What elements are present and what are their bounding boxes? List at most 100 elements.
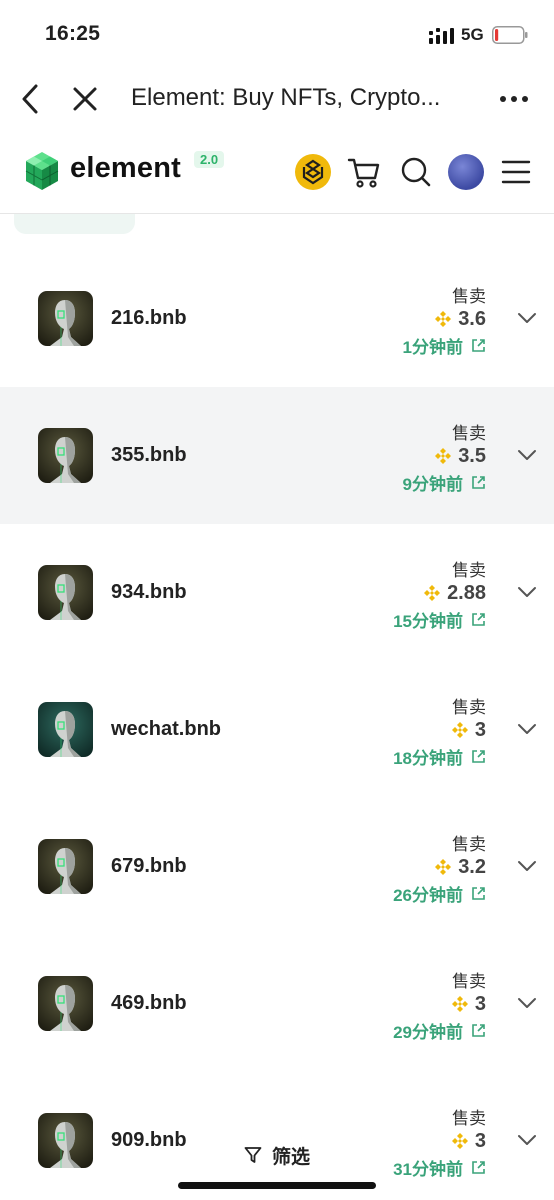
transaction-time-link[interactable]: 9分钟前 [402, 471, 486, 494]
nft-name[interactable]: wechat.bnb [111, 718, 221, 741]
bnb-coin-icon [435, 311, 452, 327]
filter-icon [244, 1147, 262, 1163]
transaction-time-link[interactable]: 1分钟前 [402, 334, 486, 357]
nft-thumbnail[interactable] [38, 291, 93, 346]
nft-thumbnail[interactable] [38, 428, 93, 483]
external-link-icon [472, 749, 485, 763]
event-type: 售卖 [452, 424, 486, 443]
nft-name[interactable]: 216.bnb [111, 307, 187, 330]
nft-name[interactable]: 679.bnb [111, 855, 187, 878]
page-title: Element: Buy NFTs, Crypto... [131, 84, 441, 111]
status-bar: 16:25 5G [0, 0, 554, 62]
price: 3 [451, 992, 486, 1016]
nft-name[interactable]: 469.bnb [111, 992, 187, 1015]
time-ago: 26分钟前 [393, 885, 463, 905]
nft-thumbnail[interactable] [38, 565, 93, 620]
external-link-icon [472, 338, 485, 352]
activity-row[interactable]: 469.bnb 售卖 3 29分钟前 [0, 935, 554, 1072]
activity-row[interactable]: 679.bnb 售卖 3.2 26分钟前 [0, 798, 554, 935]
time-ago: 29分钟前 [393, 1022, 463, 1042]
event-type: 售卖 [452, 835, 486, 854]
chevron-down-icon[interactable] [517, 1133, 537, 1147]
partial-tab-chip[interactable] [14, 214, 135, 234]
transaction-time-link[interactable]: 31分钟前 [393, 1156, 486, 1179]
price-value: 3.5 [458, 444, 486, 467]
activity-row[interactable]: 355.bnb 售卖 3.5 9分钟前 [0, 387, 554, 524]
cart-icon[interactable] [346, 154, 382, 190]
chevron-down-icon[interactable] [517, 859, 537, 873]
chevron-down-icon[interactable] [517, 311, 537, 325]
activity-row[interactable]: 216.bnb 售卖 3.6 1分钟前 [0, 250, 554, 387]
nft-thumbnail[interactable] [38, 1113, 93, 1168]
filter-button[interactable]: 筛选 [244, 1142, 310, 1168]
external-link-icon [472, 1023, 485, 1037]
bnb-coin-icon [451, 1133, 468, 1149]
activity-row[interactable]: 909.bnb 售卖 3 31分钟前 [0, 1072, 554, 1200]
activity-row[interactable]: 934.bnb 售卖 2.88 15分钟前 [0, 524, 554, 661]
bnb-chain-button[interactable] [295, 154, 331, 190]
bnb-coin-icon [435, 448, 452, 464]
home-indicator [178, 1182, 376, 1189]
time-ago: 15分钟前 [393, 611, 463, 631]
external-link-icon [472, 886, 485, 900]
browser-nav-bar: Element: Buy NFTs, Crypto... [0, 62, 554, 134]
transaction-time-link[interactable]: 18分钟前 [393, 745, 486, 768]
more-options-icon[interactable] [496, 84, 532, 114]
event-type: 售卖 [452, 561, 486, 580]
site-header: element 2.0 [0, 134, 554, 214]
chevron-down-icon[interactable] [517, 996, 537, 1010]
back-icon[interactable] [16, 82, 46, 116]
price-value: 3.2 [458, 855, 486, 878]
search-icon[interactable] [398, 154, 434, 190]
chevron-down-icon[interactable] [517, 585, 537, 599]
nft-name[interactable]: 934.bnb [111, 581, 187, 604]
transaction-time-link[interactable]: 26分钟前 [393, 882, 486, 905]
time-ago: 31分钟前 [393, 1159, 463, 1179]
time-ago: 9分钟前 [402, 474, 463, 494]
price: 3 [451, 718, 486, 742]
transaction-time-link[interactable]: 29分钟前 [393, 1019, 486, 1042]
chevron-down-icon[interactable] [517, 448, 537, 462]
status-time: 16:25 [45, 22, 101, 45]
price: 3.6 [434, 307, 486, 331]
price-value: 3 [474, 718, 486, 741]
nft-thumbnail[interactable] [38, 839, 93, 894]
event-type: 售卖 [452, 1109, 486, 1128]
price: 3 [451, 1129, 486, 1153]
nft-thumbnail[interactable] [38, 976, 93, 1031]
time-ago: 1分钟前 [402, 337, 463, 357]
signal-strength-icon [429, 28, 454, 44]
network-type: 5G [461, 25, 484, 44]
external-link-icon [472, 1160, 485, 1174]
event-type: 售卖 [452, 972, 486, 991]
price: 3.2 [434, 855, 486, 879]
logo-text: element [70, 152, 181, 184]
activity-row[interactable]: wechat.bnb 售卖 3 18分钟前 [0, 661, 554, 798]
price-value: 3.6 [458, 307, 486, 330]
hamburger-menu-icon[interactable] [500, 156, 532, 188]
bnb-coin-icon [451, 996, 468, 1012]
bnb-coin-icon [451, 722, 468, 738]
price-value: 2.88 [447, 581, 486, 604]
filter-label: 筛选 [272, 1146, 311, 1168]
bnb-coin-icon [435, 859, 452, 875]
price: 3.5 [434, 444, 486, 468]
event-type: 售卖 [452, 698, 486, 717]
nft-name[interactable]: 909.bnb [111, 1129, 187, 1152]
external-link-icon [472, 612, 485, 626]
transaction-time-link[interactable]: 15分钟前 [393, 608, 486, 631]
activity-list: 216.bnb 售卖 3.6 1分钟前 355.bnb 售卖 3.5 9分钟前 … [0, 250, 554, 1200]
nft-thumbnail[interactable] [38, 702, 93, 757]
price-value: 3 [474, 992, 486, 1015]
price: 2.88 [423, 581, 486, 605]
close-icon[interactable] [70, 84, 100, 114]
element-logo-icon[interactable] [22, 150, 62, 192]
chevron-down-icon[interactable] [517, 722, 537, 736]
time-ago: 18分钟前 [393, 748, 463, 768]
user-avatar[interactable] [448, 154, 484, 190]
version-badge: 2.0 [194, 151, 225, 168]
event-type: 售卖 [452, 287, 486, 306]
bnb-coin-icon [424, 585, 441, 601]
battery-icon [492, 26, 528, 44]
nft-name[interactable]: 355.bnb [111, 444, 187, 467]
